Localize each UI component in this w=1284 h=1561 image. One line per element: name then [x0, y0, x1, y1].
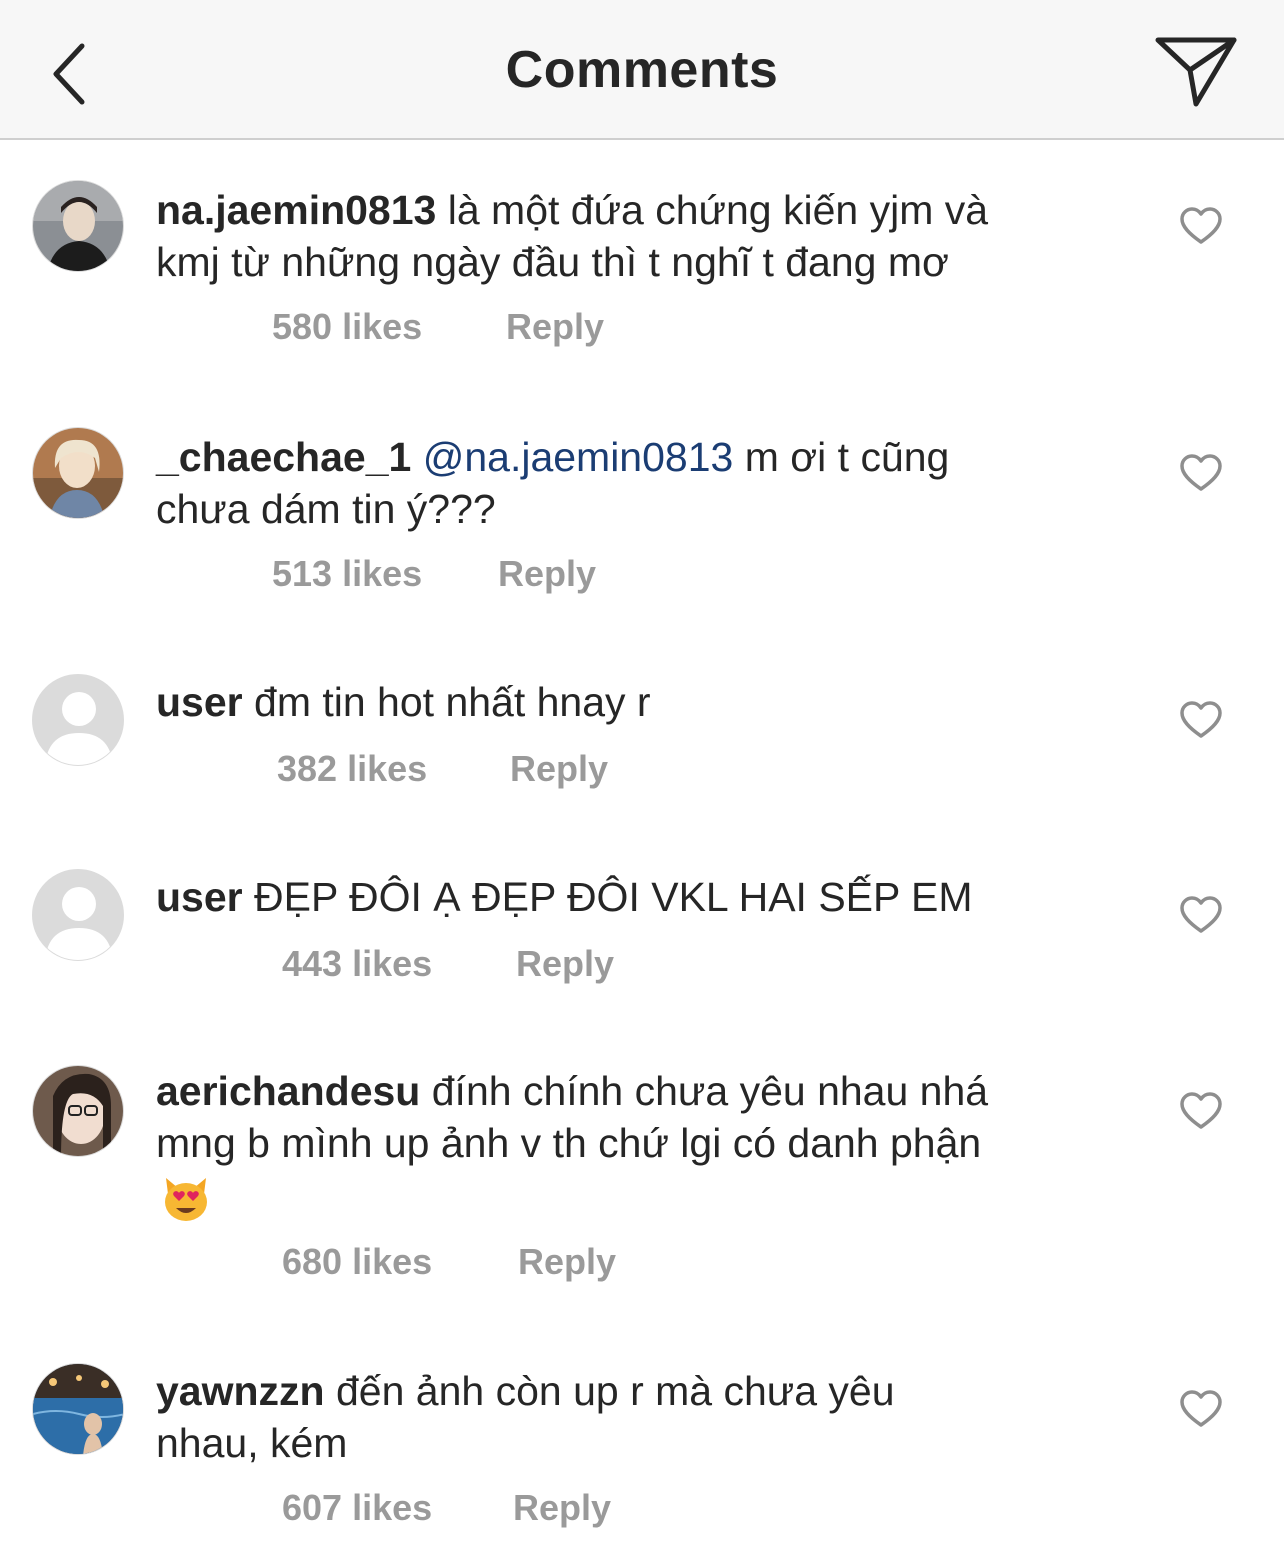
- like-button[interactable]: [1178, 700, 1224, 740]
- paper-plane-icon: [1155, 37, 1237, 107]
- reply-button[interactable]: Reply: [498, 553, 596, 595]
- comment-username[interactable]: na.jaemin0813: [156, 187, 436, 233]
- like-button[interactable]: [1178, 1389, 1224, 1429]
- comment-body: ĐẸP ĐÔI Ạ ĐẸP ĐÔI VKL HAI SẾP EM: [254, 874, 973, 920]
- heart-icon: [1180, 701, 1222, 738]
- comment-text: user ĐẸP ĐÔI Ạ ĐẸP ĐÔI VKL HAI SẾP EM: [156, 871, 1116, 923]
- comment-username[interactable]: _chaechae_1: [156, 434, 411, 480]
- top-bar: Comments: [0, 0, 1284, 140]
- heart-icon: [1180, 207, 1222, 244]
- likes-count[interactable]: 382 likes: [277, 748, 427, 790]
- like-button[interactable]: [1178, 895, 1224, 935]
- reply-button[interactable]: Reply: [513, 1487, 611, 1529]
- mention-link[interactable]: @na.jaemin0813: [423, 434, 734, 480]
- page-title: Comments: [505, 41, 779, 99]
- comment-username[interactable]: user: [156, 679, 243, 725]
- comment-body: đính chính chưa yêu nhau nhá: [431, 1068, 989, 1114]
- reply-button[interactable]: Reply: [506, 306, 604, 348]
- comment-text: na.jaemin0813 là một đứa chứng kiến yjm …: [156, 184, 1116, 288]
- avatar[interactable]: [32, 1363, 124, 1455]
- comment-body: m ơi t cũng: [744, 434, 950, 480]
- comment-body: kmj từ những ngày đầu thì t nghĩ t đang …: [156, 239, 949, 285]
- heart-icon: [1180, 454, 1222, 491]
- comment-text: aerichandesu đính chính chưa yêu nhau nh…: [156, 1065, 1116, 1224]
- heart-icon: [1180, 1092, 1222, 1129]
- avatar[interactable]: [32, 427, 124, 519]
- likes-count[interactable]: 680 likes: [282, 1241, 432, 1283]
- comment-username[interactable]: user: [156, 874, 243, 920]
- comment-text: user đm tin hot nhất hnay r: [156, 676, 1116, 728]
- reply-button[interactable]: Reply: [518, 1241, 616, 1283]
- reply-button[interactable]: Reply: [516, 943, 614, 985]
- likes-count[interactable]: 607 likes: [282, 1487, 432, 1529]
- avatar[interactable]: [32, 869, 124, 961]
- default-avatar-icon: [33, 870, 123, 960]
- comment-body: đm tin hot nhất hnay r: [254, 679, 651, 725]
- comment-text: yawnzzn đến ảnh còn up r mà chưa yêu nha…: [156, 1365, 1116, 1469]
- avatar[interactable]: [32, 180, 124, 272]
- comment-body: mng b mình up ảnh v th chứ lgi có danh p…: [156, 1120, 982, 1166]
- comment-body: là một đứa chứng kiến yjm và: [447, 187, 989, 233]
- reply-button[interactable]: Reply: [510, 748, 608, 790]
- likes-count[interactable]: 513 likes: [272, 553, 422, 595]
- comment-body: nhau, kém: [156, 1420, 348, 1466]
- comment-body: chưa dám tin ý???: [156, 486, 496, 532]
- likes-count[interactable]: 580 likes: [272, 306, 422, 348]
- avatar[interactable]: [32, 674, 124, 766]
- comment-username[interactable]: yawnzzn: [156, 1368, 325, 1414]
- heart-icon: [1180, 896, 1222, 933]
- default-avatar-icon: [33, 675, 123, 765]
- comment-username[interactable]: aerichandesu: [156, 1068, 420, 1114]
- share-button[interactable]: [1150, 32, 1242, 112]
- heart-icon: [1180, 1390, 1222, 1427]
- heart-eyes-cat-emoji: [165, 1178, 207, 1222]
- comment-body: đến ảnh còn up r mà chưa yêu: [336, 1368, 895, 1414]
- like-button[interactable]: [1178, 1091, 1224, 1131]
- comment-text: _chaechae_1 @na.jaemin0813 m ơi t cũng c…: [156, 431, 1116, 535]
- likes-count[interactable]: 443 likes: [282, 943, 432, 985]
- like-button[interactable]: [1178, 206, 1224, 246]
- like-button[interactable]: [1178, 453, 1224, 493]
- avatar[interactable]: [32, 1065, 124, 1157]
